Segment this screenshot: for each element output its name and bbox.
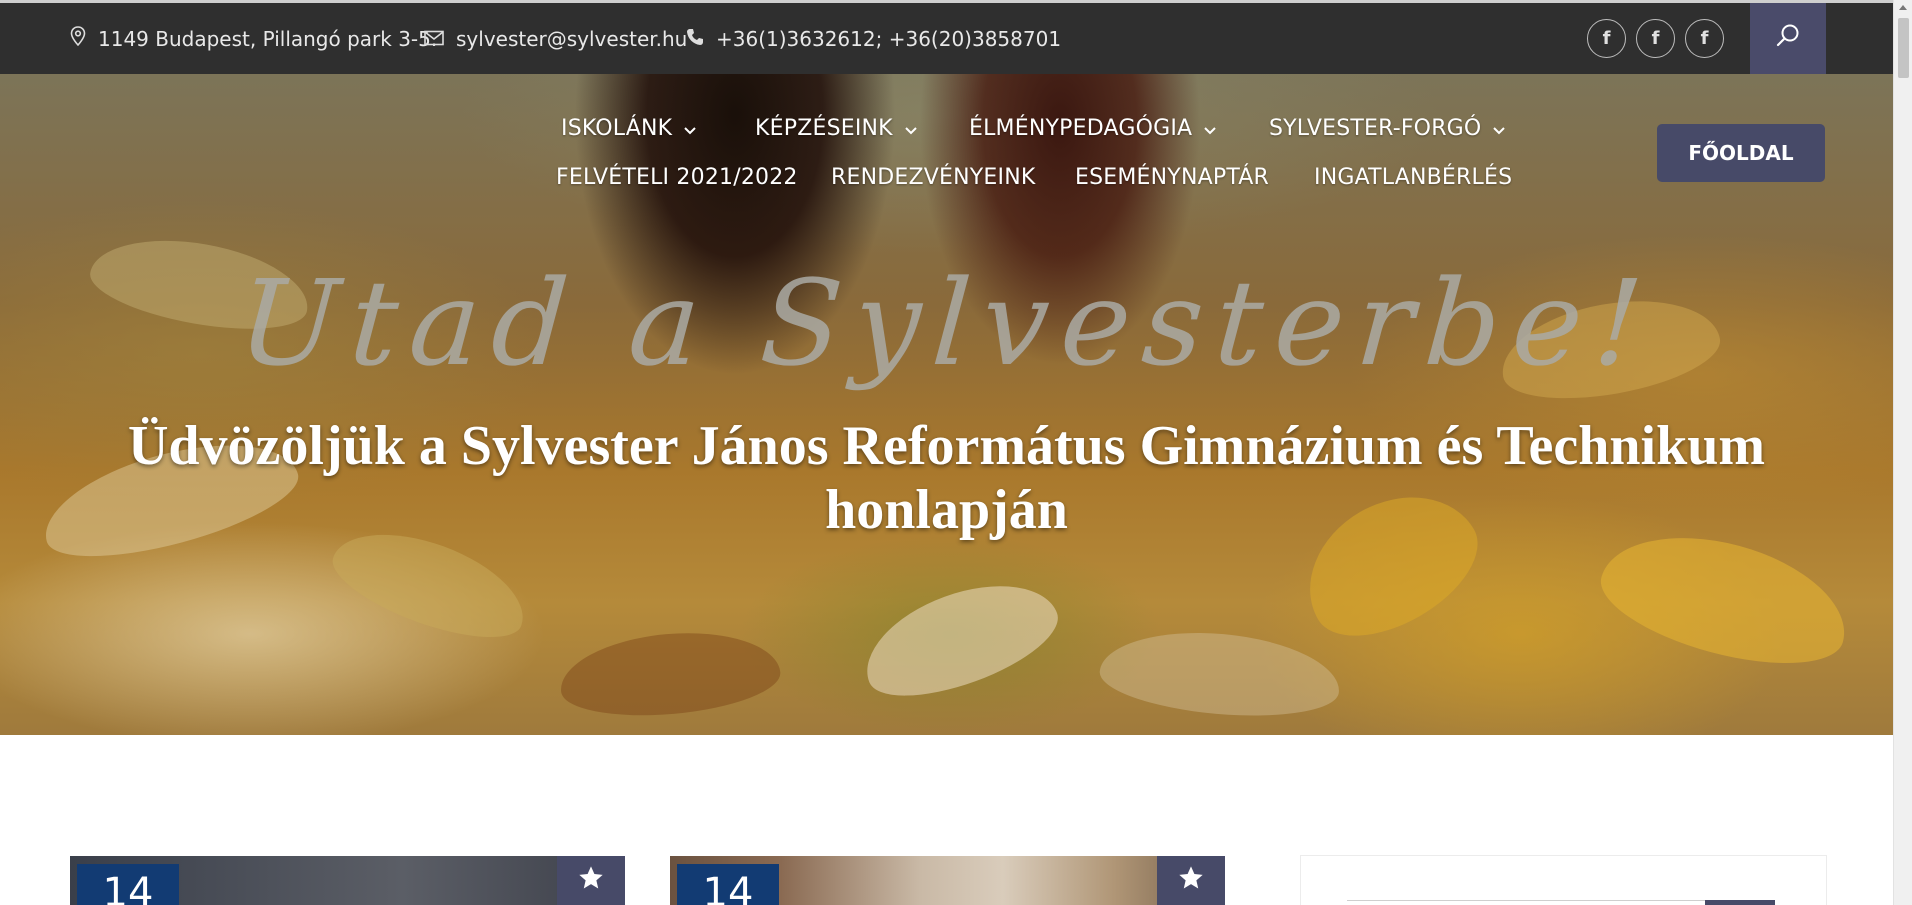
chevron-down-icon bbox=[1204, 116, 1216, 141]
nav-item-label: ÉLMÉNYPEDAGÓGIA bbox=[969, 116, 1193, 141]
chevron-down-icon bbox=[684, 116, 697, 141]
hero-banner: ISKOLÁNK KÉPZÉSEINK ÉLMÉNYPEDAGÓGIA SYLV… bbox=[0, 74, 1893, 735]
nav-item-label: KÉPZÉSEINK bbox=[755, 116, 893, 141]
scroll-thumb[interactable] bbox=[1898, 18, 1909, 78]
news-card[interactable]: 14 bbox=[70, 856, 625, 905]
hero-welcome-heading: Üdvözöljük a Sylvester János Református … bbox=[127, 415, 1766, 541]
facebook-icon[interactable]: f bbox=[1685, 19, 1724, 58]
sidebar-search-input[interactable] bbox=[1347, 900, 1707, 905]
social-links: f f f bbox=[1587, 3, 1724, 74]
top-bar: 1149 Budapest, Pillangó park 3-5. sylves… bbox=[0, 0, 1893, 74]
email-item[interactable]: sylvester@sylvester.hu bbox=[424, 3, 687, 74]
nav-item-label: ISKOLÁNK bbox=[561, 116, 673, 141]
search-button[interactable] bbox=[1750, 3, 1826, 74]
phone-text[interactable]: +36(1)3632612; +36(20)3858701 bbox=[716, 27, 1061, 51]
location-pin-icon bbox=[70, 26, 98, 51]
news-card[interactable]: 14 bbox=[670, 856, 1225, 905]
nav-item-rendezvenyeink[interactable]: RENDEZVÉNYEINK bbox=[831, 165, 1035, 190]
hero-script-title: Utad a Sylvesterbe! bbox=[234, 254, 1659, 392]
mail-icon bbox=[424, 27, 456, 51]
nav-item-elmenypedagogia[interactable]: ÉLMÉNYPEDAGÓGIA bbox=[969, 116, 1216, 141]
sidebar-widget bbox=[1300, 855, 1827, 905]
home-button[interactable]: FŐOLDAL bbox=[1657, 124, 1825, 182]
page-scrollbar[interactable] bbox=[1893, 0, 1912, 905]
nav-item-label: RENDEZVÉNYEINK bbox=[831, 165, 1036, 190]
nav-item-ingatlanberles[interactable]: INGATLANBÉRLÉS bbox=[1314, 165, 1512, 190]
address-text: 1149 Budapest, Pillangó park 3-5. bbox=[98, 26, 438, 51]
featured-badge[interactable] bbox=[557, 856, 625, 905]
nav-item-esemenynaptar[interactable]: ESEMÉNYNAPTÁR bbox=[1075, 165, 1269, 190]
phone-item[interactable]: +36(1)3632612; +36(20)3858701 bbox=[686, 3, 1061, 74]
facebook-icon[interactable]: f bbox=[1587, 19, 1626, 58]
sidebar-search-button[interactable] bbox=[1705, 900, 1775, 905]
nav-item-label: FELVÉTELI 2021/2022 bbox=[556, 165, 798, 190]
nav-item-sylvester-forgo[interactable]: SYLVESTER-FORGÓ bbox=[1269, 116, 1506, 141]
nav-item-label: ESEMÉNYNAPTÁR bbox=[1075, 165, 1269, 190]
nav-item-kepzeseink[interactable]: KÉPZÉSEINK bbox=[755, 116, 917, 141]
address-item: 1149 Budapest, Pillangó park 3-5. bbox=[70, 3, 437, 74]
star-icon bbox=[577, 864, 605, 897]
nav-item-label: INGATLANBÉRLÉS bbox=[1314, 165, 1513, 190]
star-icon bbox=[1177, 864, 1205, 897]
date-badge: 14 bbox=[677, 864, 779, 905]
facebook-icon[interactable]: f bbox=[1636, 19, 1675, 58]
page: 1149 Budapest, Pillangó park 3-5. sylves… bbox=[0, 0, 1912, 905]
chevron-down-icon bbox=[905, 116, 917, 141]
search-icon bbox=[1775, 23, 1801, 54]
chevron-down-icon bbox=[1493, 116, 1506, 141]
date-badge: 14 bbox=[77, 864, 179, 905]
scroll-up-arrow-icon[interactable] bbox=[1899, 5, 1907, 10]
nav-item-label: SYLVESTER-FORGÓ bbox=[1269, 116, 1482, 141]
nav-item-iskolank[interactable]: ISKOLÁNK bbox=[561, 116, 697, 141]
featured-badge[interactable] bbox=[1157, 856, 1225, 905]
nav-item-felveteli[interactable]: FELVÉTELI 2021/2022 bbox=[556, 165, 798, 190]
email-link[interactable]: sylvester@sylvester.hu bbox=[456, 27, 687, 51]
phone-icon bbox=[686, 27, 716, 51]
